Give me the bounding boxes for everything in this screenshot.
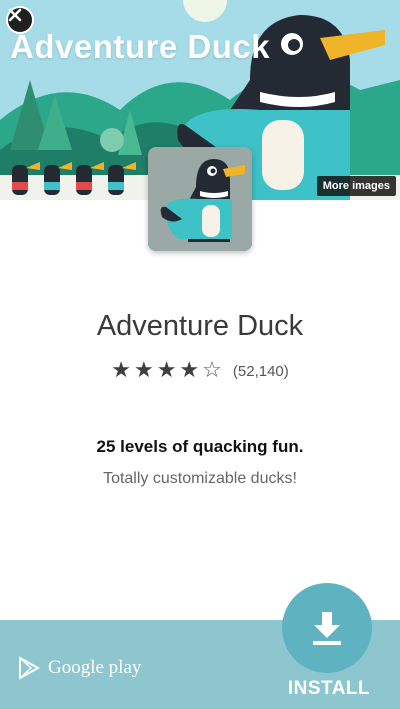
more-images-button[interactable]: More images <box>316 176 396 196</box>
banner-title: Adventure Duck <box>10 28 271 65</box>
headline: 25 levels of quacking fun. <box>96 437 304 456</box>
star-icon: ★ <box>179 358 200 383</box>
download-icon <box>313 612 341 645</box>
rating: ★ ★ ★ ★ ☆ (52,140) <box>0 360 400 382</box>
rating-count: (52,140) <box>232 362 289 380</box>
duck-icon <box>148 147 252 251</box>
install-circle-button[interactable] <box>282 583 372 673</box>
ad-screen: Adventure Duck More images Adventure Duc… <box>0 0 400 709</box>
close-button[interactable] <box>6 6 34 34</box>
star-icon: ★ <box>133 358 154 383</box>
store-name: Google play <box>48 657 142 678</box>
app-name: Adventure Duck <box>96 310 304 342</box>
install-button[interactable]: INSTALL <box>262 678 396 700</box>
star-outline-icon: ☆ <box>202 358 222 383</box>
close-icon <box>8 8 22 22</box>
app-icon[interactable] <box>148 147 252 251</box>
subline: Totally customizable ducks! <box>103 470 297 487</box>
star-icon: ★ <box>156 358 177 383</box>
google-play-icon <box>19 656 40 680</box>
google-play-logo[interactable]: Google play <box>18 656 141 680</box>
star-icon: ★ <box>111 358 131 383</box>
